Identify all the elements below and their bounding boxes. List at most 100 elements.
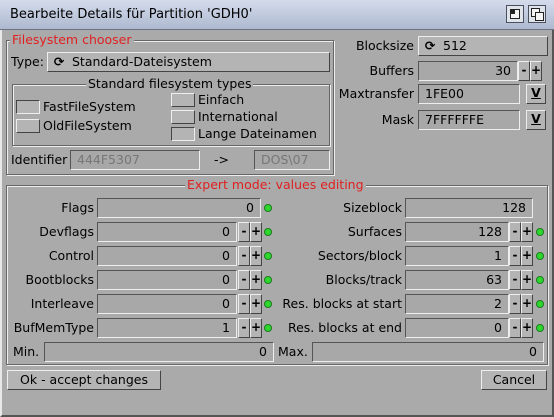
bufmemtype-increment-button[interactable]: + [250, 318, 262, 338]
blocksize-cycle-button[interactable]: ⟳ 512 [418, 36, 548, 56]
res-blocks-start-label: Res. blocks at start [282, 296, 402, 311]
buffers-decrement-button[interactable]: - [518, 61, 530, 81]
res-blocks-start-status-dot [536, 300, 544, 308]
ok-accept-button[interactable]: Ok - accept changes [7, 370, 161, 390]
flags-field[interactable]: 0 [97, 198, 261, 218]
flags-status-dot [264, 204, 272, 212]
min-label: Min. [13, 344, 40, 359]
min-field[interactable]: 0 [44, 342, 274, 362]
type-cycle-button[interactable]: ⟳ Standard-Dateisystem [47, 52, 330, 72]
sizeblock-field[interactable]: 128 [405, 198, 533, 218]
surfaces-status-dot [536, 228, 544, 236]
res-blocks-end-increment-button[interactable]: + [521, 318, 533, 338]
res-blocks-end-label: Res. blocks at end [287, 320, 402, 335]
devflags-field[interactable]: 0 [97, 222, 237, 242]
maxtransfer-field[interactable]: 1FE00 [418, 84, 520, 104]
buffers-label: Buffers [369, 63, 414, 78]
devflags-increment-button[interactable]: + [250, 222, 262, 242]
flags-label: Flags [61, 200, 94, 215]
control-increment-button[interactable]: + [250, 246, 262, 266]
sectors-per-block-decrement-button[interactable]: - [509, 246, 521, 266]
mask-popup-button[interactable]: V [526, 110, 546, 130]
oldfilesystem-label: OldFileSystem [43, 118, 132, 133]
einfach-checkbox[interactable] [171, 93, 195, 107]
res-blocks-start-increment-button[interactable]: + [521, 294, 533, 314]
type-value: Standard-Dateisystem [72, 54, 212, 69]
control-label: Control [48, 248, 94, 263]
blocks-per-track-decrement-button[interactable]: - [509, 270, 521, 290]
devflags-label: Devflags [39, 224, 94, 239]
bufmemtype-decrement-button[interactable]: - [238, 318, 250, 338]
identifier-arrow: -> [214, 152, 229, 167]
cycle-icon: ⟳ [53, 54, 65, 69]
lange-dateinamen-label: Lange Dateinamen [198, 126, 317, 141]
bufmemtype-label: BufMemType [13, 320, 94, 335]
interleave-increment-button[interactable]: + [250, 294, 262, 314]
sectors-per-block-field[interactable]: 1 [405, 246, 509, 266]
dos-type-field[interactable]: DOS\07 [254, 150, 330, 170]
interleave-decrement-button[interactable]: - [238, 294, 250, 314]
maxtransfer-label: Maxtransfer [338, 86, 414, 101]
international-checkbox[interactable] [171, 110, 195, 124]
bootblocks-field[interactable]: 0 [97, 270, 237, 290]
interleave-field[interactable]: 0 [97, 294, 237, 314]
surfaces-field[interactable]: 128 [405, 222, 509, 242]
identifier-field[interactable]: 444F5307 [70, 150, 200, 170]
standard-types-title: Standard filesystem types [86, 76, 254, 91]
sectors-per-block-label: Sectors/block [317, 248, 402, 263]
blocks-per-track-label: Blocks/track [325, 272, 402, 287]
sectors-per-block-status-dot [536, 252, 544, 260]
filesystem-chooser-title: Filesystem chooser [10, 32, 134, 47]
surfaces-label: Surfaces [347, 224, 402, 239]
fastfilesystem-checkbox[interactable] [16, 100, 40, 114]
max-label: Max. [278, 344, 308, 359]
maxtransfer-popup-button[interactable]: V [526, 84, 546, 104]
mask-label: Mask [381, 112, 414, 127]
buffers-increment-button[interactable]: + [530, 61, 542, 81]
blocks-per-track-increment-button[interactable]: + [521, 270, 533, 290]
cancel-button[interactable]: Cancel [481, 370, 547, 390]
identifier-label: Identifier [11, 152, 68, 167]
cycle-icon: ⟳ [424, 38, 436, 53]
surfaces-increment-button[interactable]: + [521, 222, 533, 242]
expert-title: Expert mode: values editing [185, 177, 366, 192]
blocks-per-track-status-dot [536, 276, 544, 284]
interleave-status-dot [264, 300, 272, 308]
max-field[interactable]: 0 [312, 342, 544, 362]
title-bar[interactable]: Bearbeite Details für Partition 'GDH0' [0, 0, 554, 30]
cancel-label: Cancel [492, 372, 536, 387]
depth-icon[interactable] [528, 5, 546, 23]
blocksize-value: 512 [443, 38, 467, 53]
control-field[interactable]: 0 [97, 246, 237, 266]
blocks-per-track-field[interactable]: 63 [405, 270, 509, 290]
res-blocks-end-decrement-button[interactable]: - [509, 318, 521, 338]
res-blocks-start-field[interactable]: 2 [405, 294, 509, 314]
blocksize-label: Blocksize [355, 38, 414, 53]
control-status-dot [264, 252, 272, 260]
buffers-field[interactable]: 30 [418, 61, 518, 81]
type-label: Type: [11, 54, 44, 69]
sizeblock-label: Sizeblock [343, 200, 402, 215]
devflags-status-dot [264, 228, 272, 236]
bootblocks-decrement-button[interactable]: - [238, 270, 250, 290]
res-blocks-end-field[interactable]: 0 [405, 318, 509, 338]
fastfilesystem-label: FastFileSystem [43, 99, 136, 114]
ok-accept-label: Ok - accept changes [20, 372, 148, 387]
bootblocks-status-dot [264, 276, 272, 284]
lange-dateinamen-checkbox[interactable] [171, 127, 195, 141]
res-blocks-end-status-dot [536, 324, 544, 332]
res-blocks-start-decrement-button[interactable]: - [509, 294, 521, 314]
surfaces-decrement-button[interactable]: - [509, 222, 521, 242]
mask-field[interactable]: 7FFFFFFE [418, 110, 520, 130]
devflags-decrement-button[interactable]: - [238, 222, 250, 242]
bootblocks-label: Bootblocks [25, 272, 94, 287]
bootblocks-increment-button[interactable]: + [250, 270, 262, 290]
window-title: Bearbeite Details für Partition 'GDH0' [10, 7, 253, 22]
iconify-icon[interactable] [506, 5, 524, 23]
bufmemtype-field[interactable]: 1 [97, 318, 237, 338]
oldfilesystem-checkbox[interactable] [16, 119, 40, 133]
interleave-label: Interleave [30, 296, 94, 311]
sectors-per-block-increment-button[interactable]: + [521, 246, 533, 266]
bufmemtype-status-dot [264, 324, 272, 332]
control-decrement-button[interactable]: - [238, 246, 250, 266]
